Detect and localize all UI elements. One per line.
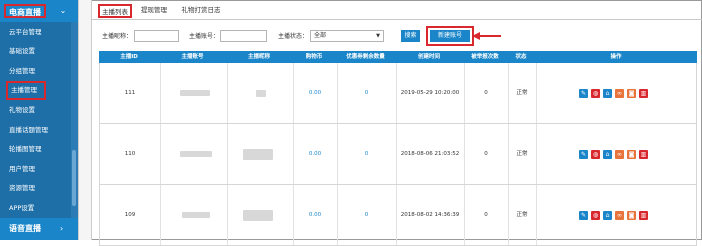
tab-anchor-list[interactable]: 主播列表 [98, 4, 132, 18]
anchor-account-input[interactable] [220, 30, 267, 42]
link-icon[interactable]: ∞ [615, 89, 624, 98]
sidebar-gutter [78, 0, 92, 240]
cell-coins: 0.00 [308, 90, 322, 96]
sidebar-item-anchor-management[interactable]: 主播管理 [6, 81, 46, 100]
col-header-id: 主播ID [120, 54, 138, 60]
blurred-account [182, 212, 210, 218]
anchor-status-value: 全部 [314, 32, 327, 39]
sidebar: 电商直播 ⌄ 云平台管理 基础设置 分组管理 主播管理 礼物设置 直播话题管理 … [0, 0, 78, 240]
table-header: 主播ID 主播账号 主播昵称 购物币 优惠券剩余数量 创建时间 被举报次数 状态… [99, 51, 697, 63]
col-header-coupons: 优惠券剩余数量 [346, 54, 385, 60]
edit-icon[interactable]: ✎ [579, 211, 588, 220]
edit-icon[interactable]: ✎ [579, 150, 588, 159]
table-row: 109 0.00 0 2018-08-02 14:36:39 0 正常 ✎ ◍ … [99, 185, 697, 246]
filter-bar: 主播昵称： 主播账号： 主播状态： 全部 ▼ 搜索 新建账号 [92, 20, 702, 52]
cell-reports: 0 [484, 90, 488, 96]
camera-icon[interactable]: ◙ [627, 150, 636, 159]
blurred-account [180, 151, 212, 157]
camera-icon[interactable]: ◙ [627, 89, 636, 98]
sidebar-item-users[interactable]: 用户管理 [0, 160, 70, 179]
col-header-actions: 操作 [610, 54, 622, 60]
cell-anchor-id: 110 [124, 151, 136, 157]
chevron-right-icon[interactable]: › [60, 223, 63, 235]
sidebar-item-cloud-platform[interactable]: 云平台管理 [0, 23, 70, 42]
col-header-status: 状态 [515, 54, 527, 60]
cell-anchor-id: 109 [124, 212, 136, 218]
sidebar-item-app-settings[interactable]: APP设置 [0, 199, 70, 218]
cell-reports: 0 [484, 212, 488, 218]
cell-coupons: 0 [364, 151, 369, 157]
sidebar-item-carousel[interactable]: 轮播图管理 [0, 140, 70, 159]
col-header-nickname: 主播昵称 [247, 54, 270, 60]
anchor-nick-input[interactable] [134, 30, 179, 42]
home-icon[interactable]: ⌂ [603, 211, 612, 220]
cell-created: 2018-08-02 14:36:39 [400, 212, 460, 218]
cell-anchor-id: 111 [124, 90, 136, 96]
row-actions: ✎ ◍ ⌂ ∞ ◙ ▥ [579, 89, 654, 98]
anchor-account-label: 主播账号： [189, 33, 220, 40]
sidebar-item-gift-settings[interactable]: 礼物设置 [0, 101, 70, 120]
anchor-table: 主播ID 主播账号 主播昵称 购物币 优惠券剩余数量 创建时间 被举报次数 状态… [99, 51, 697, 246]
link-icon[interactable]: ∞ [615, 150, 624, 159]
col-header-created: 创建时间 [417, 54, 440, 60]
sidebar-item-resources[interactable]: 资源管理 [0, 179, 70, 198]
col-header-account: 主播账号 [181, 54, 204, 60]
sidebar-header-title[interactable]: 电商直播 [4, 4, 46, 18]
tab-gift-log[interactable]: 礼物打赏日志 [176, 4, 226, 18]
cell-status: 正常 [516, 90, 528, 96]
table-row: 110 0.00 0 2018-08-06 21:03:52 0 正常 ✎ ◍ … [99, 124, 697, 185]
table-row: 111 0.00 0 2019-05-29 10:20:00 0 正常 ✎ ◍ … [99, 63, 697, 124]
sidebar-header[interactable]: 电商直播 ⌄ [0, 0, 78, 22]
row-actions: ✎ ◍ ⌂ ∞ ◙ ▥ [579, 211, 654, 220]
cell-created: 2018-08-06 21:03:52 [400, 151, 460, 157]
chevron-down-icon[interactable]: ⌄ [58, 6, 68, 16]
lock-icon[interactable]: ◍ [591, 211, 600, 220]
sidebar-item-basic-settings[interactable]: 基础设置 [0, 42, 70, 61]
caret-down-icon: ▼ [376, 33, 380, 39]
blurred-nickname [243, 210, 273, 221]
cell-coins: 0.00 [308, 151, 322, 157]
cell-coins: 0.00 [308, 212, 322, 218]
anchor-status-select[interactable]: 全部 ▼ [310, 30, 384, 42]
blurred-account [180, 90, 210, 96]
anchor-status-label: 主播状态： [278, 33, 309, 40]
lock-icon[interactable]: ◍ [591, 89, 600, 98]
home-icon[interactable]: ⌂ [603, 150, 612, 159]
cell-coupons: 0 [364, 90, 369, 96]
sidebar-item-group-management[interactable]: 分组管理 [0, 62, 70, 81]
cell-coupons: 0 [364, 212, 369, 218]
new-account-button[interactable]: 新建账号 [430, 30, 470, 42]
sidebar-scrollbar-thumb[interactable] [72, 150, 76, 206]
link-icon[interactable]: ∞ [615, 211, 624, 220]
lock-icon[interactable]: ◍ [591, 150, 600, 159]
sidebar-footer-title[interactable]: 语音直播 [9, 222, 41, 236]
tab-withdraw[interactable]: 提现管理 [138, 4, 170, 18]
delete-icon[interactable]: ▥ [639, 89, 648, 98]
tab-bar: 主播列表 提现管理 礼物打赏日志 [92, 0, 702, 20]
cell-status: 正常 [516, 212, 528, 218]
delete-icon[interactable]: ▥ [639, 150, 648, 159]
delete-icon[interactable]: ▥ [639, 211, 648, 220]
sidebar-footer-section[interactable]: 语音直播 › [0, 218, 78, 240]
col-header-coins: 购物币 [305, 54, 323, 60]
col-header-reports: 被举报次数 [471, 54, 499, 60]
cell-status: 正常 [516, 151, 528, 157]
sidebar-item-live-topics[interactable]: 直播话题管理 [0, 121, 70, 140]
search-button[interactable]: 搜索 [401, 30, 420, 42]
edit-icon[interactable]: ✎ [579, 89, 588, 98]
camera-icon[interactable]: ◙ [627, 211, 636, 220]
cell-created: 2019-05-29 10:20:00 [400, 90, 460, 96]
blurred-nickname [243, 149, 273, 160]
cell-reports: 0 [484, 151, 488, 157]
home-icon[interactable]: ⌂ [603, 89, 612, 98]
row-actions: ✎ ◍ ⌂ ∞ ◙ ▥ [579, 150, 654, 159]
blurred-nickname [256, 90, 266, 97]
arrow-annotation-icon [472, 32, 501, 40]
anchor-nick-label: 主播昵称： [102, 33, 133, 40]
